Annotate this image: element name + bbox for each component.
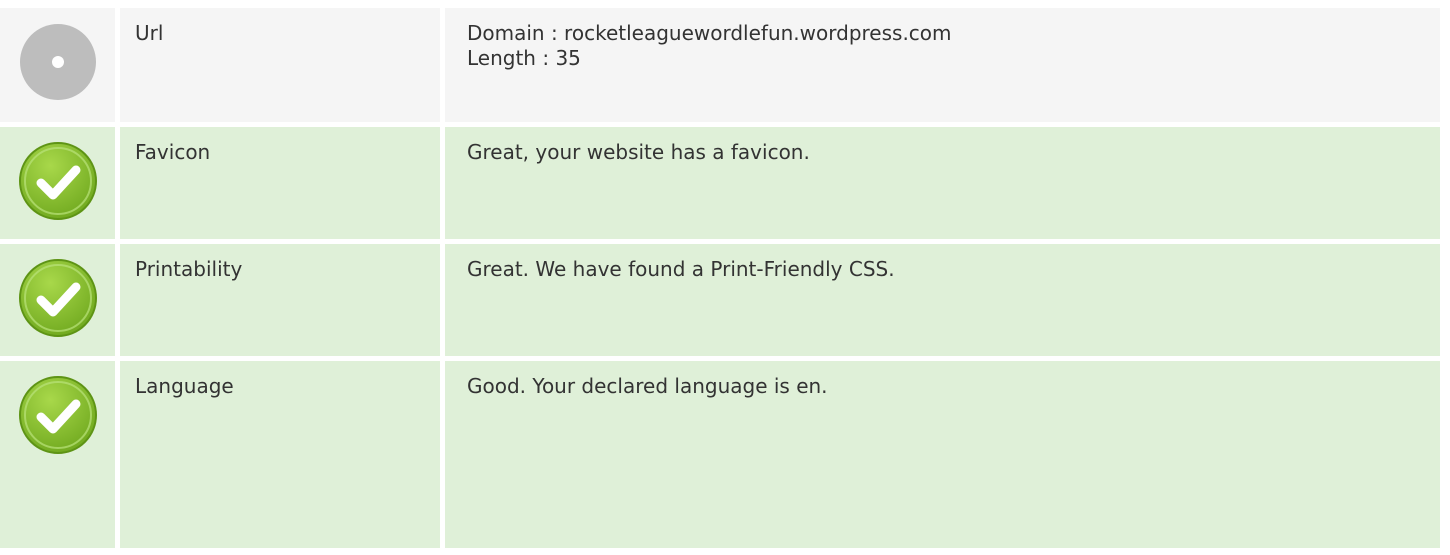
status-cell — [0, 361, 115, 548]
result-row-favicon: Favicon Great, your website has a favico… — [0, 127, 1440, 239]
printability-result-text: Great. We have found a Print-Friendly CS… — [467, 257, 895, 281]
checkmark-icon — [18, 259, 97, 337]
row-value: Domain : rocketleaguewordlefun.wordpress… — [445, 8, 1440, 122]
url-length-text: Length : 35 — [467, 46, 581, 70]
url-domain-text: Domain : rocketleaguewordlefun.wordpress… — [467, 21, 952, 45]
status-cell — [0, 8, 115, 122]
row-label: Printability — [120, 244, 440, 356]
row-label: Url — [120, 8, 440, 122]
neutral-circle-icon — [19, 24, 96, 100]
seo-results-table: Url Domain : rocketleaguewordlefun.wordp… — [0, 8, 1440, 553]
checkmark-icon — [18, 376, 97, 454]
result-row-language: Language Good. Your declared language is… — [0, 361, 1440, 548]
row-value: Great, your website has a favicon. — [445, 127, 1440, 239]
status-cell — [0, 127, 115, 239]
checkmark-icon — [18, 142, 97, 220]
row-label: Favicon — [120, 127, 440, 239]
language-result-text: Good. Your declared language is en. — [467, 374, 828, 398]
row-label: Language — [120, 361, 440, 548]
result-row-url: Url Domain : rocketleaguewordlefun.wordp… — [0, 8, 1440, 122]
row-value: Good. Your declared language is en. — [445, 361, 1440, 548]
result-row-printability: Printability Great. We have found a Prin… — [0, 244, 1440, 356]
status-cell — [0, 244, 115, 356]
row-value: Great. We have found a Print-Friendly CS… — [445, 244, 1440, 356]
favicon-result-text: Great, your website has a favicon. — [467, 140, 810, 164]
